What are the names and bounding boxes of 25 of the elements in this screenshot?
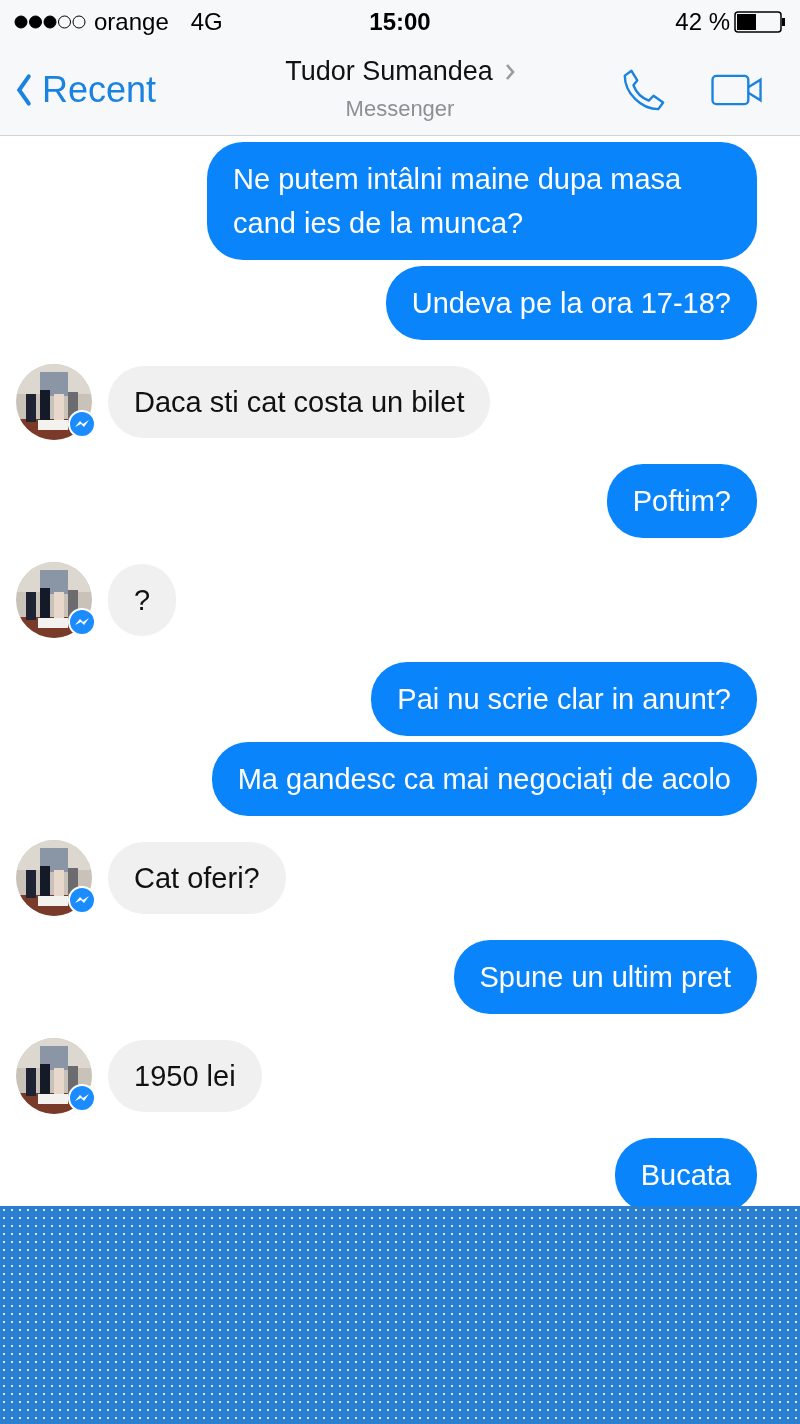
incoming-message-bubble: Daca sti cat costa un bilet [108,366,491,438]
clock-time: 15:00 [369,7,431,37]
outgoing-message-bubble: Ne putem intâlni maine dupa masa cand ies de la munca? [207,142,757,260]
incoming-message-bubble: Cat oferi? [108,842,286,914]
incoming-message-bubble: ? [108,564,177,636]
outgoing-message-bubble: Undeva pe la ora 17-18? [385,266,757,340]
outgoing-message-bubble: Ma gandesc ca mai negociați de acolo [211,742,757,816]
network-type: 4G [190,7,223,37]
outgoing-message-bubble: Pai nu scrie clar in anunt? [371,662,757,736]
chevron-right-icon [504,62,515,81]
subtitle: Messenger [345,94,455,123]
back-button[interactable]: Recent [16,63,256,117]
outgoing-message-bubble: Spune un ultim pret [453,940,757,1014]
signal-strength-icon [14,15,86,29]
carrier-name: orange [94,7,169,37]
messenger-badge-icon [68,410,96,438]
battery-icon [734,11,786,33]
messenger-badge-icon [68,608,96,636]
contact-name-button[interactable]: Tudor Sumandea [285,51,515,92]
messenger-badge-icon [68,1084,96,1112]
outgoing-message-bubble: Poftim? [606,464,757,538]
battery-percent: 42 % [675,7,730,37]
incoming-message-bubble: 1950 lei [108,1040,262,1112]
video-camera-icon[interactable] [710,74,764,106]
messenger-badge-icon [68,886,96,914]
